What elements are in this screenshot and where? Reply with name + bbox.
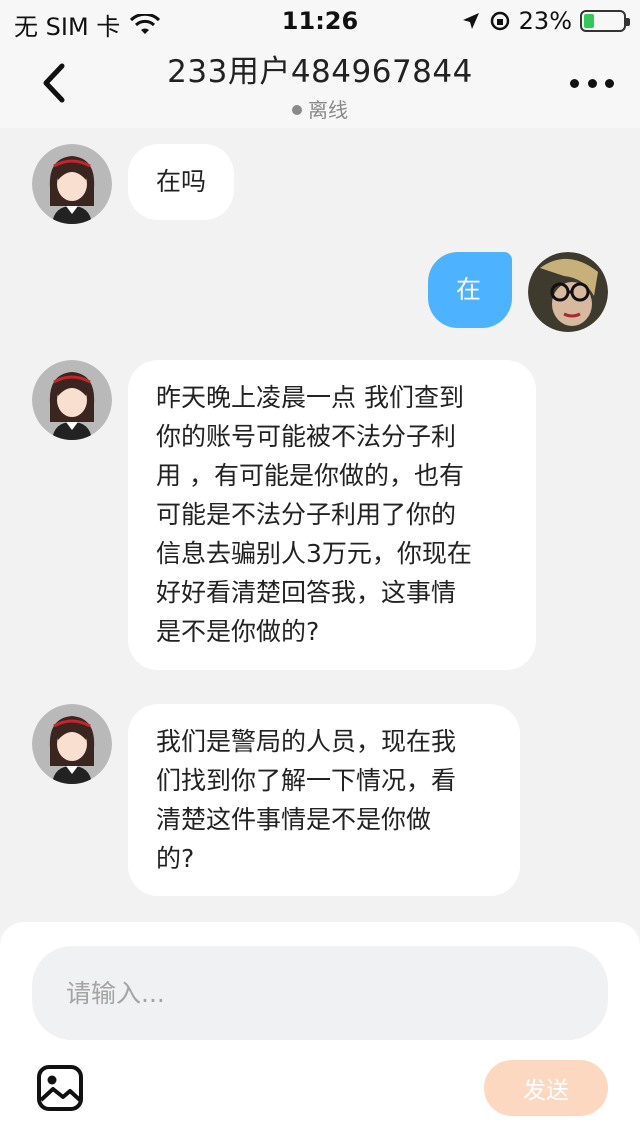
message-line: 清楚这件事情是不是你做 (156, 805, 432, 834)
message-line: 昨天晚上凌晨一点 我们查到 (156, 383, 464, 412)
status-dot (292, 105, 302, 115)
online-status: 离线 (0, 94, 640, 123)
chat-header: 233用户484967844 离线 (0, 44, 640, 128)
battery-percent: 23% (518, 7, 572, 35)
message-list: 在吗 在 昨天晚上凌晨一点 我们查到 你的账号可能被不法分子利 用 ，有可能是你… (0, 128, 640, 922)
status-bar-right: 23% (461, 7, 630, 35)
contact-avatar[interactable] (32, 360, 112, 440)
image-icon[interactable] (36, 1064, 84, 1112)
location-arrow-icon (462, 13, 479, 29)
contact-avatar[interactable] (32, 144, 112, 224)
my-avatar[interactable] (528, 252, 608, 332)
message-line: 是不是你做的? (156, 617, 320, 646)
message-line: 好好看清楚回答我，这事情 (156, 578, 457, 607)
message-input[interactable] (32, 946, 608, 1040)
message-text: 在吗 (156, 167, 207, 196)
message-line: 用 ，有可能是你做的，也有 (156, 461, 464, 490)
status-text: 离线 (308, 98, 348, 122)
message-line: 们找到你了解一下情况，看 (156, 766, 457, 795)
message-line: 的? (156, 844, 195, 873)
contact-avatar[interactable] (32, 704, 112, 784)
status-bar: 无 SIM 卡 11:26 23% (0, 0, 640, 44)
battery-icon (580, 10, 630, 32)
message-bubble[interactable]: 昨天晚上凌晨一点 我们查到 你的账号可能被不法分子利 用 ，有可能是你做的，也有… (128, 360, 536, 670)
message-line: 可能是不法分子利用了你的 (156, 500, 457, 529)
send-button[interactable]: 发送 (484, 1060, 608, 1116)
my-message-bubble[interactable]: 在 (428, 252, 512, 328)
message-line: 信息去骗别人3万元，你现在 (156, 539, 472, 568)
chat-title: 233用户484967844 (167, 54, 473, 90)
message-bubble[interactable]: 我们是警局的人员，现在我 们找到你了解一下情况，看 清楚这件事情是不是你做 的? (128, 704, 520, 896)
orientation-lock-icon (490, 11, 509, 31)
more-dots-icon[interactable] (570, 68, 614, 98)
message-line: 你的账号可能被不法分子利 (156, 422, 457, 451)
message-line: 我们是警局的人员，现在我 (156, 727, 457, 756)
message-text: 在 (456, 275, 482, 304)
message-bubble[interactable]: 在吗 (128, 144, 235, 220)
composer: 发送 (0, 922, 640, 1136)
